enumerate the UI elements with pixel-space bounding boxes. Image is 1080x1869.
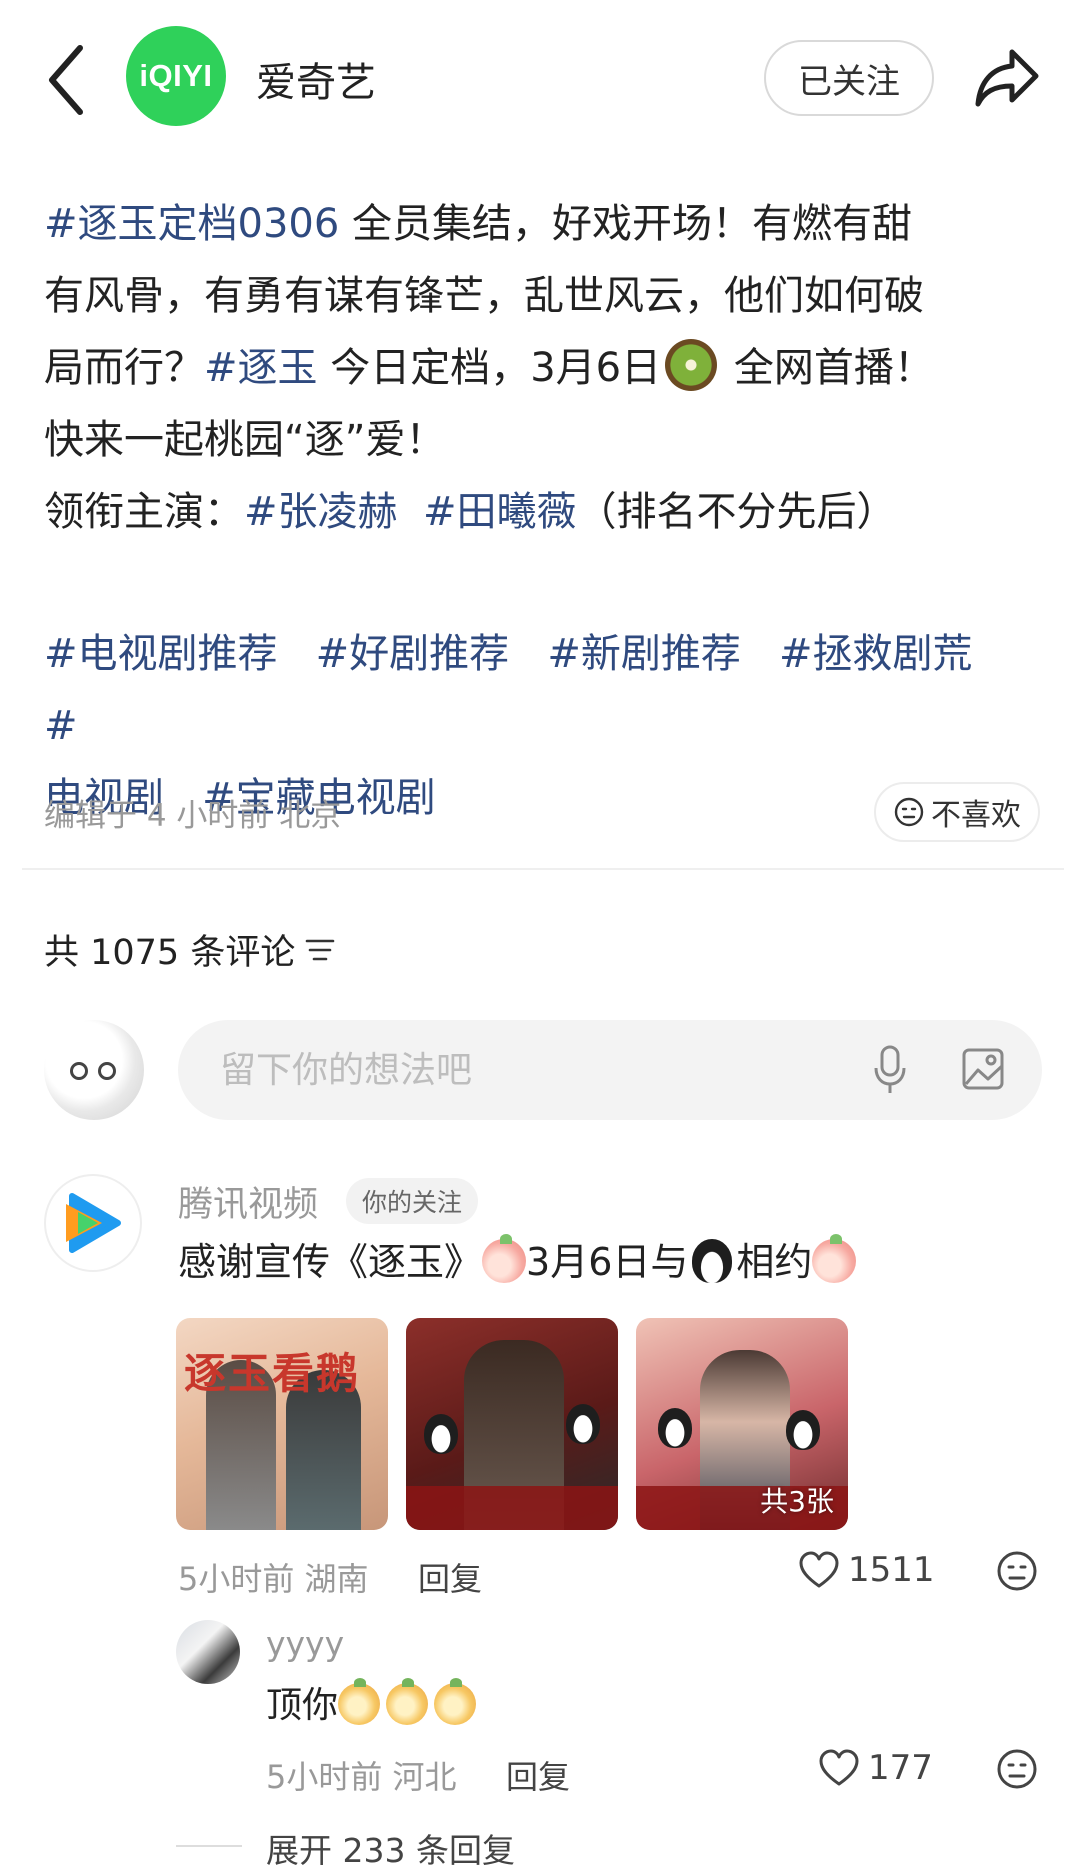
hashtag-link[interactable]: # (44, 703, 78, 749)
dislike-button[interactable]: 不喜欢 (874, 782, 1040, 842)
tencent-video-logo-icon (66, 1193, 121, 1253)
post-edit-meta: 编辑于 4 小时前 北京 (44, 798, 342, 834)
commenter-name[interactable]: 腾讯视频 (178, 1176, 318, 1227)
comment-input-box[interactable] (178, 1020, 1042, 1120)
heart-icon (799, 1551, 839, 1588)
reply-text-part: 顶你 (266, 1685, 339, 1726)
expand-replies-link[interactable]: 展开 233 条回复 (266, 1824, 515, 1869)
dislike-label: 不喜欢 (931, 798, 1021, 833)
replier-name[interactable]: yyyy (266, 1624, 344, 1663)
like-button[interactable]: 1511 (798, 1550, 935, 1590)
comment-image-3[interactable]: 共3张 (636, 1318, 848, 1530)
microphone-icon[interactable] (872, 1044, 908, 1096)
comment-count-header: 共 1075 条评论 (44, 924, 335, 975)
penguin-icon (786, 1410, 820, 1450)
hashtag-link[interactable]: #逐玉定档0306 (44, 201, 339, 247)
poster-banner (406, 1486, 618, 1530)
mango-emoji-icon (338, 1678, 381, 1725)
comment-image-1[interactable]: 逐玉看鹅 (176, 1318, 388, 1530)
post-content: #逐玉定档0306 全员集结，好戏开场！有燃有甜 有风骨，有勇有谋有锋芒，乱世风… (44, 188, 1044, 548)
poster-title: 逐玉看鹅 (184, 1349, 361, 1398)
neutral-face-icon[interactable] (996, 1748, 1038, 1790)
account-avatar[interactable]: iQIYI (126, 26, 226, 126)
post-text: 全员集结，好戏开场！有燃有甜 (339, 201, 913, 247)
back-icon[interactable] (40, 40, 96, 120)
avatar-detail (98, 1062, 116, 1080)
post-text: 局而行？ (44, 345, 204, 391)
comment-text-part: 3月6日与 (526, 1240, 689, 1284)
reply-button[interactable]: 回复 (506, 1752, 570, 1798)
post-line-3: 局而行？#逐玉 今日定档，3月6日 全网首播！ (44, 332, 1044, 404)
reply-text: 顶你 (266, 1678, 482, 1732)
kiwi-emoji-icon (665, 339, 718, 391)
expand-divider (176, 1845, 242, 1847)
hashtag-link[interactable]: #好剧推荐 (316, 631, 510, 677)
like-count: 1511 (848, 1550, 935, 1590)
reply-time-location: 5小时前 河北 (266, 1758, 457, 1796)
post-line-5: 领衔主演：#张凌赫 #田曦薇（排名不分先后） (44, 476, 1044, 548)
hashtag-link[interactable]: #拯救剧荒 (779, 631, 973, 677)
comment-time-location: 5小时前 湖南 (178, 1560, 369, 1598)
comment-image-gallery: 逐玉看鹅 共3张 (176, 1318, 848, 1530)
post-line-1: #逐玉定档0306 全员集结，好戏开场！有燃有甜 (44, 188, 1044, 260)
heart-icon (819, 1749, 859, 1786)
comment-count-label: 共 1075 条评论 (44, 933, 296, 973)
comment-text: 感谢宣传《逐玉》 3月6日与 相约 (178, 1234, 857, 1290)
post-text: 有风骨，有勇有谋有锋芒，乱世风云，他们如何破 (44, 273, 924, 319)
neutral-face-icon (894, 797, 924, 827)
sort-icon[interactable] (305, 937, 335, 963)
avatar-detail (70, 1062, 88, 1080)
follow-button[interactable]: 已关注 (764, 40, 934, 116)
following-badge: 你的关注 (346, 1178, 479, 1224)
mango-emoji-icon (434, 1678, 477, 1725)
hashtag-link[interactable]: #逐玉 (204, 345, 318, 391)
peach-emoji-icon (812, 1234, 857, 1283)
comment-image-2[interactable] (406, 1318, 618, 1530)
reply-button[interactable]: 回复 (418, 1554, 482, 1600)
image-count-badge: 共3张 (760, 1485, 834, 1518)
post-text: 全网首播！ (721, 345, 934, 391)
post-line-4: 快来一起桃园“逐”爱！ (44, 404, 1044, 476)
top-bar: iQIYI 爱奇艺 已关注 (0, 0, 1080, 160)
comment-text-part: 相约 (736, 1240, 813, 1284)
hashtag-link[interactable]: #新剧推荐 (547, 631, 741, 677)
post-text: （排名不分先后） (576, 489, 897, 535)
section-divider (22, 868, 1064, 870)
mango-emoji-icon (386, 1678, 429, 1725)
hashtag-link[interactable]: #电视剧推荐 (44, 631, 278, 677)
penguin-icon (658, 1408, 692, 1448)
neutral-face-icon[interactable] (996, 1550, 1038, 1592)
like-count: 177 (868, 1748, 933, 1788)
penguin-emoji-icon (692, 1239, 733, 1283)
image-icon[interactable] (960, 1046, 1006, 1092)
comment-input[interactable] (220, 1042, 820, 1098)
hashtag-link[interactable]: #田曦薇 (423, 489, 577, 535)
hashtag-row: #电视剧推荐 #好剧推荐 #新剧推荐 #拯救剧荒 # (44, 618, 1044, 762)
like-button[interactable]: 177 (818, 1748, 933, 1788)
penguin-icon (424, 1414, 458, 1454)
hashtag-link[interactable]: #张凌赫 (244, 489, 398, 535)
post-text: 今日定档，3月6日 (317, 345, 662, 391)
my-avatar[interactable] (44, 1020, 144, 1120)
penguin-icon (566, 1404, 600, 1444)
replier-avatar[interactable] (176, 1620, 240, 1684)
share-icon[interactable] (972, 46, 1042, 110)
account-name[interactable]: 爱奇艺 (256, 50, 376, 108)
peach-emoji-icon (482, 1234, 527, 1283)
post-text: 领衔主演： (44, 489, 244, 535)
post-text: 快来一起桃园“逐”爱！ (44, 417, 446, 463)
comment-text-part: 感谢宣传《逐玉》 (178, 1240, 483, 1284)
account-logo-text: iQIYI (139, 58, 213, 93)
commenter-avatar[interactable] (44, 1174, 142, 1272)
post-line-2: 有风骨，有勇有谋有锋芒，乱世风云，他们如何破 (44, 260, 1044, 332)
